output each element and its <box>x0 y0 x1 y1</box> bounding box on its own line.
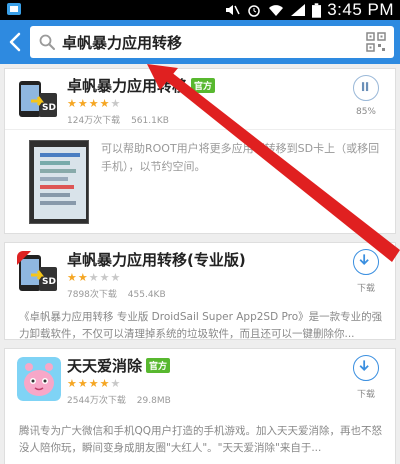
app-icon-tiantian-aixiaochu <box>17 357 61 401</box>
svg-text:SD: SD <box>42 103 56 113</box>
file-size: 29.8MB <box>136 396 171 406</box>
official-badge: 官方 <box>191 78 216 93</box>
search-input[interactable]: 卓帆暴力应用转移 <box>30 26 394 58</box>
mute-icon <box>226 5 240 15</box>
file-size: 561.1KB <box>131 116 169 126</box>
app-meta: 7898次下载 455.4KB <box>67 287 174 300</box>
app-icon-app2sd: SD <box>17 77 61 121</box>
search-icon <box>39 34 55 50</box>
download-label: 下载 <box>356 284 375 294</box>
app-icon-app2sd-pro: SD <box>17 251 61 295</box>
download-arrow-icon <box>359 360 369 371</box>
app-name: 天天爱消除 官方 <box>67 355 171 376</box>
search-header: 卓帆暴力应用转移 <box>0 20 400 64</box>
download-count: 7898次下载 <box>67 290 117 300</box>
app-meta: 2544万次下载 29.8MB <box>67 393 179 406</box>
download-button[interactable]: 下载 <box>351 249 381 294</box>
status-bar: 3:45 PM <box>0 0 400 20</box>
download-button[interactable]: 下载 <box>351 355 381 400</box>
battery-icon <box>312 2 322 18</box>
notification-icon <box>7 3 21 15</box>
app-description: 可以帮助ROOT用户将更多应用（转移到SD卡上（或移回手机），以节约空间。 <box>101 142 380 173</box>
qr-scan-icon[interactable] <box>366 32 386 52</box>
result-card[interactable]: SD 卓帆暴力应用转移官方 ★★★★★ 124万次下载 561.1KB 85% <box>4 68 396 234</box>
app-description: 《卓帆暴力应用转移 专业版 DroidSail Super App2SD Pro… <box>19 311 383 340</box>
screenshot-preview-row: 可以帮助ROOT用户将更多应用（转移到SD卡上（或移回手机），以节约空间。 <box>5 129 395 225</box>
back-arrow-icon[interactable] <box>6 30 26 54</box>
svg-text:SD: SD <box>42 277 56 287</box>
search-query-text: 卓帆暴力应用转移 <box>62 34 183 52</box>
pause-button[interactable]: 85% <box>351 75 381 117</box>
app-row[interactable]: SD 卓帆暴力应用转移(专业版) ★★★★★ 7898次下载 455.4KB 下… <box>5 243 395 303</box>
result-card[interactable]: 天天爱消除 官方 ★★★★★ 2544万次下载 29.8MB 下载 腾讯专为广大微… <box>4 348 396 464</box>
app-description: 腾讯专为广大微信和手机QQ用户打造的手机游戏。加入天天爱消除，再也不怒没人陪你玩… <box>19 425 383 454</box>
app-row[interactable]: 天天爱消除 官方 ★★★★★ 2544万次下载 29.8MB 下载 <box>5 349 395 409</box>
wifi-icon <box>269 5 284 16</box>
download-count: 124万次下载 <box>67 116 121 126</box>
app-name: 卓帆暴力应用转移(专业版) <box>67 251 246 269</box>
download-label: 下载 <box>356 390 375 400</box>
app-screenshot-thumbnail[interactable] <box>29 140 89 224</box>
rating-stars: ★★★★★ <box>67 377 122 390</box>
download-count: 2544万次下载 <box>67 396 126 406</box>
search-results-list: SD 卓帆暴力应用转移官方 ★★★★★ 124万次下载 561.1KB 85% <box>0 64 400 464</box>
alarm-icon <box>248 5 260 17</box>
app-row[interactable]: SD 卓帆暴力应用转移 官方 ★★★★★ 124万次下载 561.1KB 85% <box>5 69 395 129</box>
rating-stars: ★★★★★ <box>67 97 122 110</box>
official-badge: 官方 <box>146 358 171 373</box>
pause-icon <box>361 82 369 92</box>
signal-icon <box>291 4 306 16</box>
status-time: 3:45 PM <box>327 0 394 19</box>
download-progress: 85% <box>355 107 376 117</box>
app-name: 卓帆暴力应用转移 官方 <box>67 75 216 96</box>
download-arrow-icon <box>359 254 369 265</box>
rating-stars: ★★★★★ <box>67 271 122 284</box>
file-size: 455.4KB <box>127 290 166 300</box>
result-card[interactable]: SD 卓帆暴力应用转移(专业版) ★★★★★ 7898次下载 455.4KB 下… <box>4 242 396 340</box>
app-meta: 124万次下载 561.1KB <box>67 113 177 126</box>
